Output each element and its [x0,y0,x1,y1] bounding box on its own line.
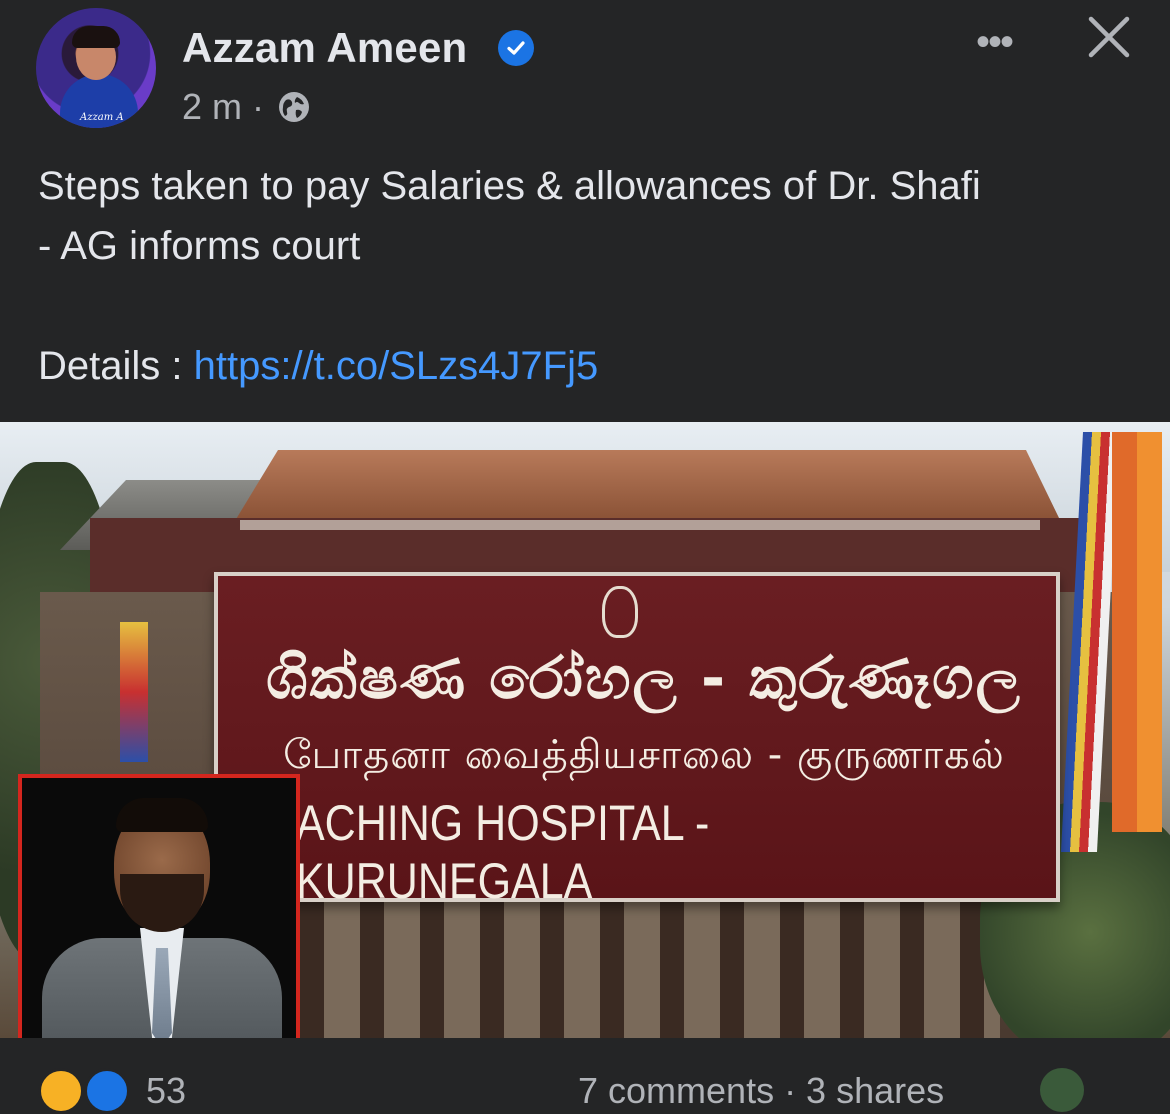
post-header: Azzam A Azzam Ameen 2 m · ••• [0,0,1170,140]
reaction-count[interactable]: 53 [146,1070,186,1112]
avatar-hair [72,26,120,48]
close-icon[interactable] [1086,14,1132,60]
avatar-signature: Azzam A [80,112,124,123]
author-name[interactable]: Azzam Ameen [182,24,467,72]
details-link[interactable]: https://t.co/SLzs4J7Fj5 [194,344,599,388]
author-avatar[interactable]: Azzam A [36,8,156,128]
sign-tamil-text: போதனா வைத்தியசாலை - குருணாகல் [283,732,1005,778]
inset-portrait [18,774,300,1038]
verified-badge-icon [498,30,534,66]
post-time[interactable]: 2 m [182,86,242,128]
post-meta: 2 m · [182,86,312,128]
globe-icon [279,92,310,122]
viewer-avatar[interactable] [1040,1068,1084,1112]
sign-english-text: ACHING HOSPITAL - KURUNEGALA [296,795,710,909]
comments-shares-count[interactable]: 7 comments · 3 shares [578,1070,944,1112]
portrait-beard [120,874,204,932]
sign-sinhala-text: ශික්ෂණ රෝහල - කුරුණෑගල [266,644,1022,712]
details-label: Details : [38,344,194,388]
more-options-button[interactable]: ••• [976,22,1014,62]
image-eave-band [240,520,1040,530]
post-image[interactable]: ශික්ෂණ රෝහල - කුරුණෑගල போதனா வைத்தியசாலை… [0,422,1170,1038]
image-roof [235,450,1060,520]
reaction-bar: 53 7 comments · 3 shares [0,1038,1170,1114]
image-flag-left [120,622,148,762]
portrait-hair [116,798,208,832]
meta-separator: · [252,86,265,127]
haha-reaction-icon[interactable] [38,1068,84,1114]
post-details: Details : https://t.co/SLzs4J7Fj5 [38,336,598,396]
post-text: Steps taken to pay Salaries & allowances… [38,164,981,268]
emblem-icon [602,586,638,638]
image-flag-orange [1112,432,1162,832]
like-reaction-icon[interactable] [84,1068,130,1114]
image-columns [300,902,1000,1038]
